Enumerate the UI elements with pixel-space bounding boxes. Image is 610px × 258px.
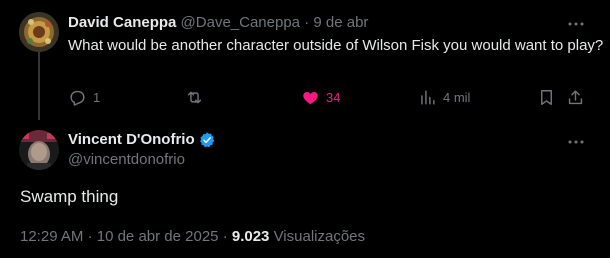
tweet-date[interactable]: 10 de abr de 2025 bbox=[97, 228, 219, 245]
reply-tweet[interactable]: David Caneppa @Dave_Caneppa · 9 de abr W… bbox=[0, 0, 610, 120]
verified-badge-icon[interactable] bbox=[198, 131, 216, 149]
share-button[interactable] bbox=[566, 87, 585, 107]
views-icon bbox=[421, 89, 435, 105]
avatar[interactable] bbox=[19, 12, 59, 52]
author-handle[interactable]: @vincentdonofrio bbox=[68, 150, 216, 170]
author-name-row[interactable]: Vincent D'Onofrio bbox=[68, 130, 216, 150]
avatar-image bbox=[19, 12, 59, 52]
thread-line bbox=[38, 48, 40, 120]
author-name[interactable]: David Caneppa bbox=[68, 14, 176, 31]
tweet-date[interactable]: 9 de abr bbox=[313, 14, 368, 31]
more-icon[interactable] bbox=[566, 132, 586, 152]
tweet-header: Vincent D'Onofrio @vincentdonofrio bbox=[68, 130, 216, 170]
avatar[interactable] bbox=[19, 130, 59, 170]
tweet-text: Swamp thing bbox=[20, 187, 119, 206]
like-button[interactable]: 34 bbox=[301, 87, 340, 107]
separator: · bbox=[222, 228, 228, 245]
bookmark-icon bbox=[541, 89, 552, 105]
avatar-image bbox=[19, 130, 59, 170]
retweet-icon bbox=[187, 91, 202, 103]
author-name[interactable]: Vincent D'Onofrio bbox=[68, 130, 195, 150]
retweet-button[interactable] bbox=[185, 87, 210, 107]
reply-button[interactable]: 1 bbox=[68, 87, 100, 107]
tweet-time[interactable]: 12:29 AM bbox=[20, 228, 83, 245]
separator: · bbox=[87, 228, 93, 245]
bookmark-button[interactable] bbox=[537, 87, 556, 107]
reply-count: 1 bbox=[93, 89, 101, 105]
author-handle[interactable]: @Dave_Caneppa bbox=[181, 14, 300, 31]
reply-icon bbox=[70, 90, 85, 106]
more-icon[interactable] bbox=[566, 14, 586, 34]
tweet-meta: 12:29 AM · 10 de abr de 2025 · 9.023 Vis… bbox=[20, 227, 365, 247]
views-count: 9.023 bbox=[231, 228, 270, 245]
views-label: Visualizações bbox=[273, 228, 366, 245]
share-icon bbox=[568, 89, 583, 104]
tweet-text: What would be another character outside … bbox=[68, 37, 604, 54]
views-button[interactable]: 4 mil bbox=[418, 87, 470, 107]
like-count: 34 bbox=[326, 89, 341, 105]
views-count: 4 mil bbox=[443, 89, 471, 105]
separator: · bbox=[304, 14, 310, 31]
heart-icon bbox=[303, 91, 318, 104]
tweet-header: David Caneppa @Dave_Caneppa · 9 de abr bbox=[68, 13, 368, 33]
